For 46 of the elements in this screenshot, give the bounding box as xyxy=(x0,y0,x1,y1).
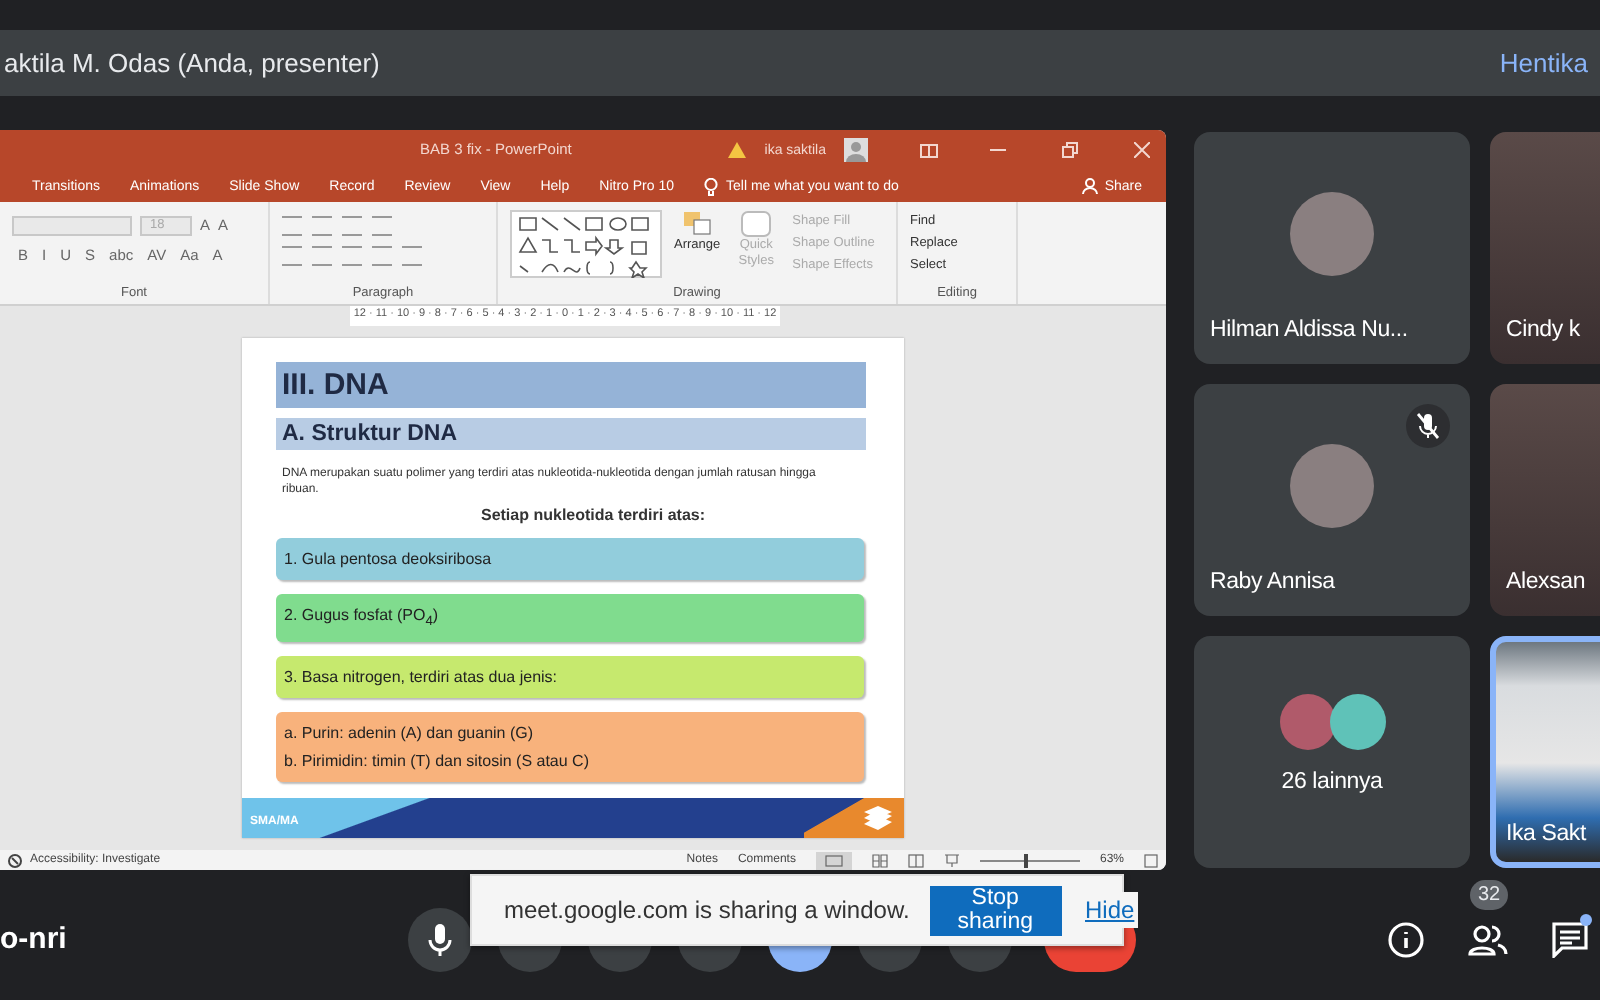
ribbon-display-icon[interactable] xyxy=(920,143,938,157)
meeting-code: o-nri xyxy=(0,922,69,956)
restore-icon[interactable] xyxy=(1062,142,1078,158)
participant-count-badge: 32 xyxy=(1470,879,1509,909)
microphone-button[interactable] xyxy=(408,907,472,971)
participant-name: Ika Sakt xyxy=(1506,822,1586,846)
avatar-photo xyxy=(1329,694,1385,750)
arrange-icon xyxy=(681,210,714,238)
participant-name: Alexsan xyxy=(1506,570,1586,594)
fit-slide-icon[interactable] xyxy=(1144,853,1158,867)
lightbulb-icon xyxy=(704,177,718,195)
box-text: a. Purin: adenin (A) dan guanin (G) xyxy=(284,723,536,742)
participant-name: Hilman Aldissa Nu... xyxy=(1210,318,1408,342)
box-text: 3. Basa nitrogen, terdiri atas dua jenis: xyxy=(284,667,560,686)
participant-name: Cindy k xyxy=(1506,318,1580,342)
shapes-gallery[interactable] xyxy=(510,210,662,278)
slide-sorter-icon[interactable] xyxy=(871,853,888,867)
stop-sharing-button[interactable]: Stop sharing xyxy=(929,885,1061,935)
close-icon[interactable] xyxy=(1134,142,1150,158)
account-avatar-icon[interactable] xyxy=(844,138,868,162)
avatar-photo xyxy=(1290,192,1374,276)
font-name-field[interactable] xyxy=(12,215,132,235)
slide-subtitle: A. Struktur DNA xyxy=(282,422,458,446)
avatar-photo xyxy=(1290,444,1374,528)
normal-view-icon[interactable] xyxy=(815,851,852,869)
info-button[interactable] xyxy=(1388,921,1424,957)
microphone-icon xyxy=(428,923,452,955)
reading-view-icon[interactable] xyxy=(907,853,924,867)
stop-presenting-link[interactable]: Hentika xyxy=(1499,48,1588,78)
accessibility-icon xyxy=(8,853,22,867)
presenter-label: aktila M. Odas (Anda, presenter) xyxy=(4,48,380,78)
books-icon xyxy=(862,806,894,830)
slideshow-icon[interactable] xyxy=(943,853,960,867)
avatar-photo xyxy=(1279,694,1335,750)
slide-heading: Setiap nukleotida terdiri atas: xyxy=(478,506,708,524)
shape-style-icon xyxy=(740,210,773,238)
box-text: 1. Gula pentosa deoksiribosa xyxy=(284,550,494,568)
person-icon xyxy=(1082,178,1099,194)
box-text: 2. Gugus fosfat (PO$_{4}$) xyxy=(284,606,441,630)
sharing-message: meet.google.com is sharing a window. xyxy=(504,896,910,924)
hide-link[interactable]: Hide xyxy=(1081,892,1139,928)
warning-icon xyxy=(728,142,747,158)
slide-title: III. DNA xyxy=(282,368,389,402)
box-text: b. Pirimidin: timin (T) dan sitosin (S atau C) xyxy=(284,751,591,770)
participant-name: 26 lainnya xyxy=(1281,770,1383,794)
participant-name: Raby Annisa xyxy=(1210,570,1335,594)
